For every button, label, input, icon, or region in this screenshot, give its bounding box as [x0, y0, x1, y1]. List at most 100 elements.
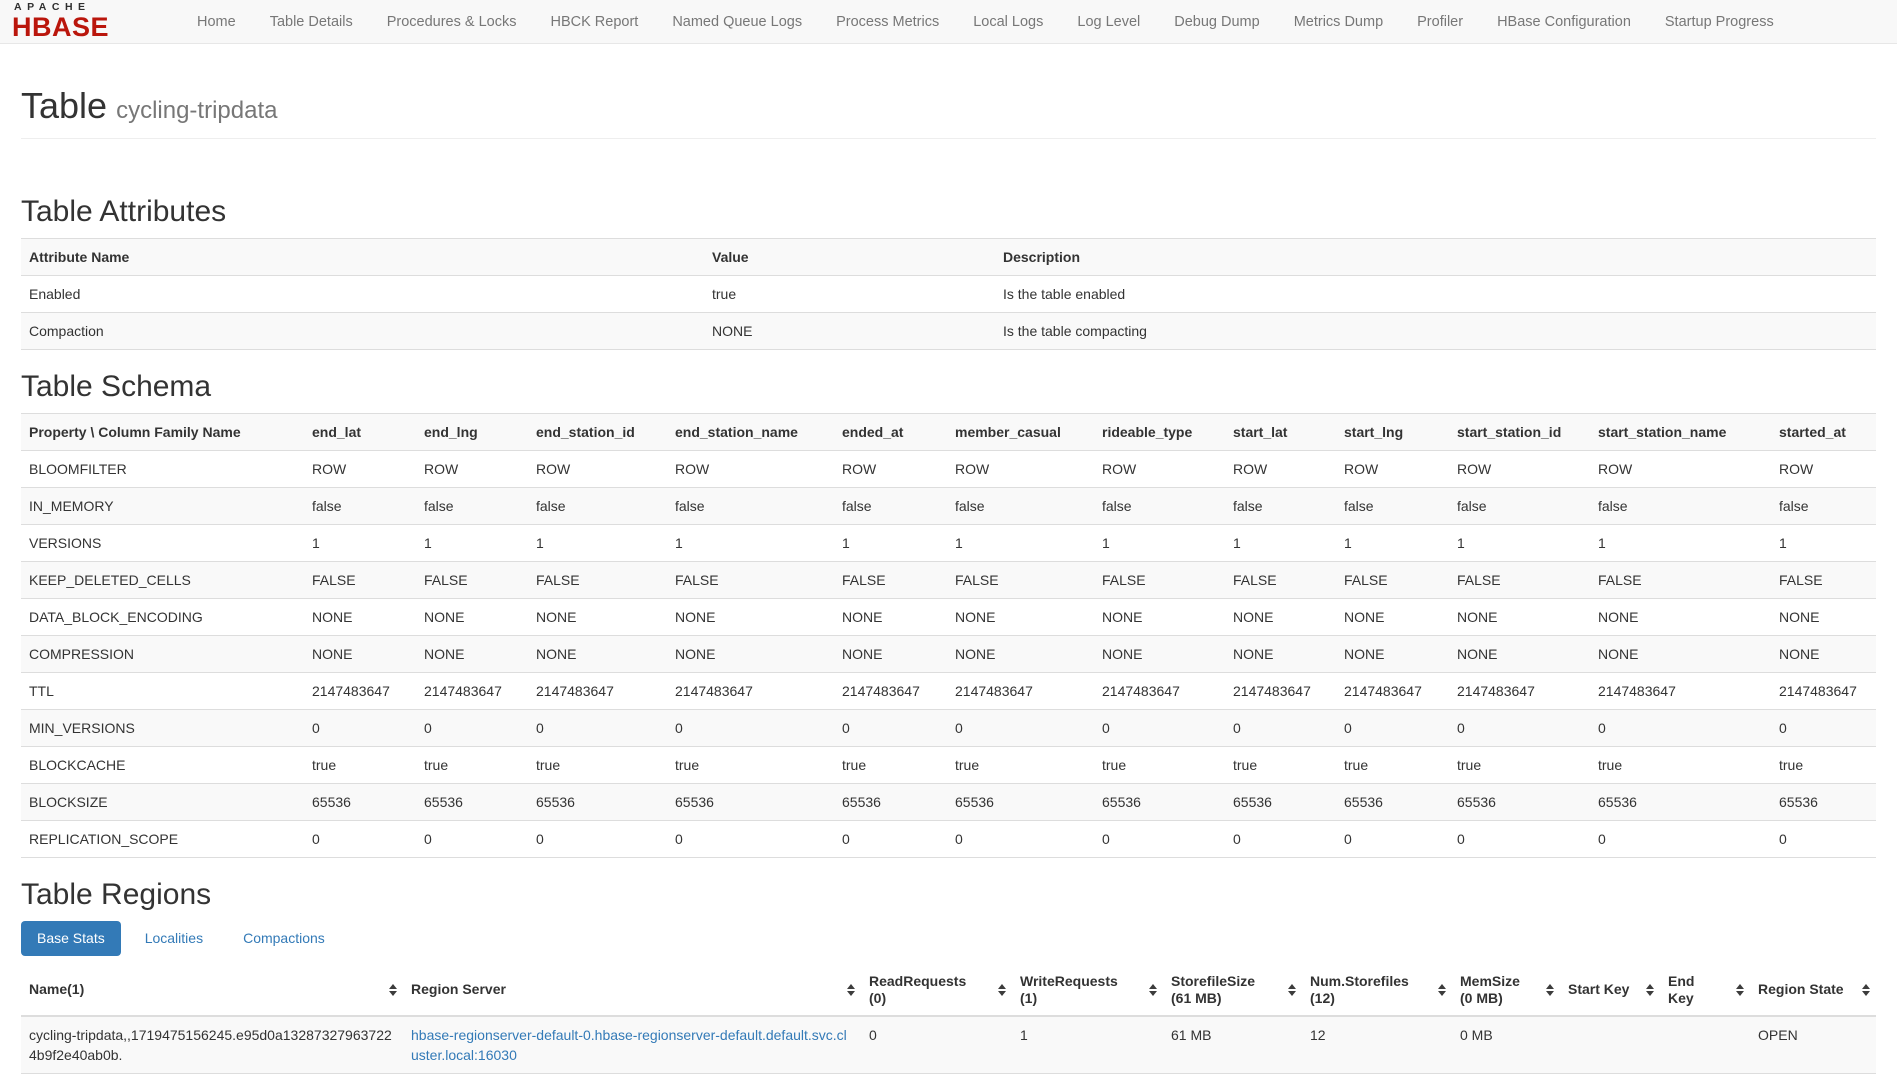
- schema-property-value: NONE: [304, 598, 416, 635]
- regions-col-readrequests-0[interactable]: ReadRequests (0): [861, 965, 1012, 1016]
- attribute-name: Enabled: [21, 275, 704, 312]
- sort-icon[interactable]: [1546, 984, 1554, 996]
- sort-icon[interactable]: [1438, 984, 1446, 996]
- schema-property-value: 0: [1094, 709, 1225, 746]
- nav-item-log-level[interactable]: Log Level: [1060, 0, 1157, 44]
- schema-property-value: true: [667, 746, 834, 783]
- sort-icon[interactable]: [1288, 984, 1296, 996]
- regions-col-label: Region Server: [411, 981, 506, 997]
- schema-row-min-versions: MIN_VERSIONS000000000000: [21, 709, 1876, 746]
- regions-col-name-1[interactable]: Name(1): [21, 965, 403, 1016]
- region-read-requests: 0: [861, 1016, 1012, 1074]
- regions-col-label: StorefileSize (61 MB): [1171, 973, 1255, 1006]
- attributes-col-value: Value: [704, 238, 995, 275]
- sort-icon[interactable]: [1646, 984, 1654, 996]
- schema-property-value: 0: [528, 709, 667, 746]
- schema-property-value: 1: [1771, 524, 1876, 561]
- nav-item-debug-dump[interactable]: Debug Dump: [1157, 0, 1276, 44]
- schema-property-value: FALSE: [947, 561, 1094, 598]
- regions-col-writerequests-1[interactable]: WriteRequests (1): [1012, 965, 1163, 1016]
- attributes-col-description: Description: [995, 238, 1876, 275]
- schema-property-name: DATA_BLOCK_ENCODING: [21, 598, 304, 635]
- schema-property-value: true: [1449, 746, 1590, 783]
- nav-item-startup-progress[interactable]: Startup Progress: [1648, 0, 1791, 44]
- schema-row-blocksize: BLOCKSIZE6553665536655366553665536655366…: [21, 783, 1876, 820]
- schema-property-value: 1: [304, 524, 416, 561]
- region-mem-size: 0 MB: [1452, 1016, 1560, 1074]
- schema-col-start-station-name: start_station_name: [1590, 413, 1771, 450]
- region-tab-base-stats[interactable]: Base Stats: [21, 921, 121, 956]
- nav-item-procedures-locks[interactable]: Procedures & Locks: [370, 0, 534, 44]
- schema-property-value: 65536: [304, 783, 416, 820]
- schema-property-value: 2147483647: [667, 672, 834, 709]
- nav-item-hbase-configuration[interactable]: HBase Configuration: [1480, 0, 1648, 44]
- sort-icon[interactable]: [1149, 984, 1157, 996]
- schema-property-value: false: [1094, 487, 1225, 524]
- nav-item-local-logs[interactable]: Local Logs: [956, 0, 1060, 44]
- sort-icon[interactable]: [998, 984, 1006, 996]
- schema-property-value: true: [1771, 746, 1876, 783]
- attributes-header-row: Attribute NameValueDescription: [21, 238, 1876, 275]
- region-storefile-size: 61 MB: [1163, 1016, 1302, 1074]
- region-tab-compactions[interactable]: Compactions: [227, 921, 341, 956]
- hbase-logo[interactable]: APACHE HBASE: [12, 2, 154, 41]
- regions-col-num-storefiles-12[interactable]: Num.Storefiles (12): [1302, 965, 1452, 1016]
- nav-item: Named Queue Logs: [655, 0, 819, 44]
- schema-property-value: 65536: [1771, 783, 1876, 820]
- regions-col-end-key[interactable]: End Key: [1660, 965, 1750, 1016]
- region-tab-localities[interactable]: Localities: [129, 921, 219, 956]
- schema-col-start-station-id: start_station_id: [1449, 413, 1590, 450]
- nav-item-process-metrics[interactable]: Process Metrics: [819, 0, 956, 44]
- schema-property-value: ROW: [1590, 450, 1771, 487]
- schema-property-value: ROW: [528, 450, 667, 487]
- sort-icon[interactable]: [1736, 984, 1744, 996]
- schema-property-value: FALSE: [1225, 561, 1336, 598]
- regions-col-memsize-0-mb[interactable]: MemSize (0 MB): [1452, 965, 1560, 1016]
- sort-icon[interactable]: [389, 984, 397, 996]
- schema-property-value: NONE: [834, 635, 947, 672]
- schema-property-value: 0: [947, 820, 1094, 857]
- schema-col-start-lng: start_lng: [1336, 413, 1449, 450]
- schema-col-rideable-type: rideable_type: [1094, 413, 1225, 450]
- schema-row-ttl: TTL2147483647214748364721474836472147483…: [21, 672, 1876, 709]
- schema-property-value: 2147483647: [1449, 672, 1590, 709]
- nav-item-metrics-dump[interactable]: Metrics Dump: [1277, 0, 1400, 44]
- nav-item-home[interactable]: Home: [180, 0, 253, 44]
- nav-item: HBCK Report: [533, 0, 655, 44]
- schema-property-value: false: [667, 487, 834, 524]
- schema-property-value: 2147483647: [1771, 672, 1876, 709]
- region-server-link[interactable]: hbase-regionserver-default-0.hbase-regio…: [411, 1027, 847, 1063]
- nav-item-table-details[interactable]: Table Details: [253, 0, 370, 44]
- schema-property-name: BLOOMFILTER: [21, 450, 304, 487]
- regions-col-storefilesize-61-mb[interactable]: StorefileSize (61 MB): [1163, 965, 1302, 1016]
- regions-col-label: End Key: [1668, 973, 1694, 1006]
- schema-property-name: IN_MEMORY: [21, 487, 304, 524]
- schema-property-value: 2147483647: [1225, 672, 1336, 709]
- sort-icon[interactable]: [847, 984, 855, 996]
- nav-item-named-queue-logs[interactable]: Named Queue Logs: [655, 0, 819, 44]
- page-container: Tablecycling-tripdata Table Attributes A…: [0, 86, 1897, 1074]
- schema-property-value: 0: [1771, 820, 1876, 857]
- nav-item: Process Metrics: [819, 0, 956, 44]
- schema-property-value: false: [1336, 487, 1449, 524]
- regions-col-start-key[interactable]: Start Key: [1560, 965, 1660, 1016]
- nav-item-profiler[interactable]: Profiler: [1400, 0, 1480, 44]
- schema-row-replication-scope: REPLICATION_SCOPE000000000000: [21, 820, 1876, 857]
- attribute-description: Is the table enabled: [995, 275, 1876, 312]
- schema-header-row: Property \ Column Family Nameend_latend_…: [21, 413, 1876, 450]
- logo-hbase-text: HBASE: [12, 14, 154, 41]
- nav-item: Local Logs: [956, 0, 1060, 44]
- schema-property-value: 1: [1449, 524, 1590, 561]
- nav-item-hbck-report[interactable]: HBCK Report: [533, 0, 655, 44]
- region-tabs: Base StatsLocalitiesCompactions: [21, 921, 1876, 956]
- schema-property-value: 0: [304, 820, 416, 857]
- sort-icon[interactable]: [1862, 984, 1870, 996]
- schema-property-value: 0: [947, 709, 1094, 746]
- regions-col-region-state[interactable]: Region State: [1750, 965, 1876, 1016]
- schema-row-bloomfilter: BLOOMFILTERROWROWROWROWROWROWROWROWROWRO…: [21, 450, 1876, 487]
- schema-col-end-lng: end_lng: [416, 413, 528, 450]
- regions-col-label: Name(1): [29, 981, 84, 997]
- schema-property-value: 65536: [528, 783, 667, 820]
- attribute-value: NONE: [704, 312, 995, 349]
- regions-col-region-server[interactable]: Region Server: [403, 965, 861, 1016]
